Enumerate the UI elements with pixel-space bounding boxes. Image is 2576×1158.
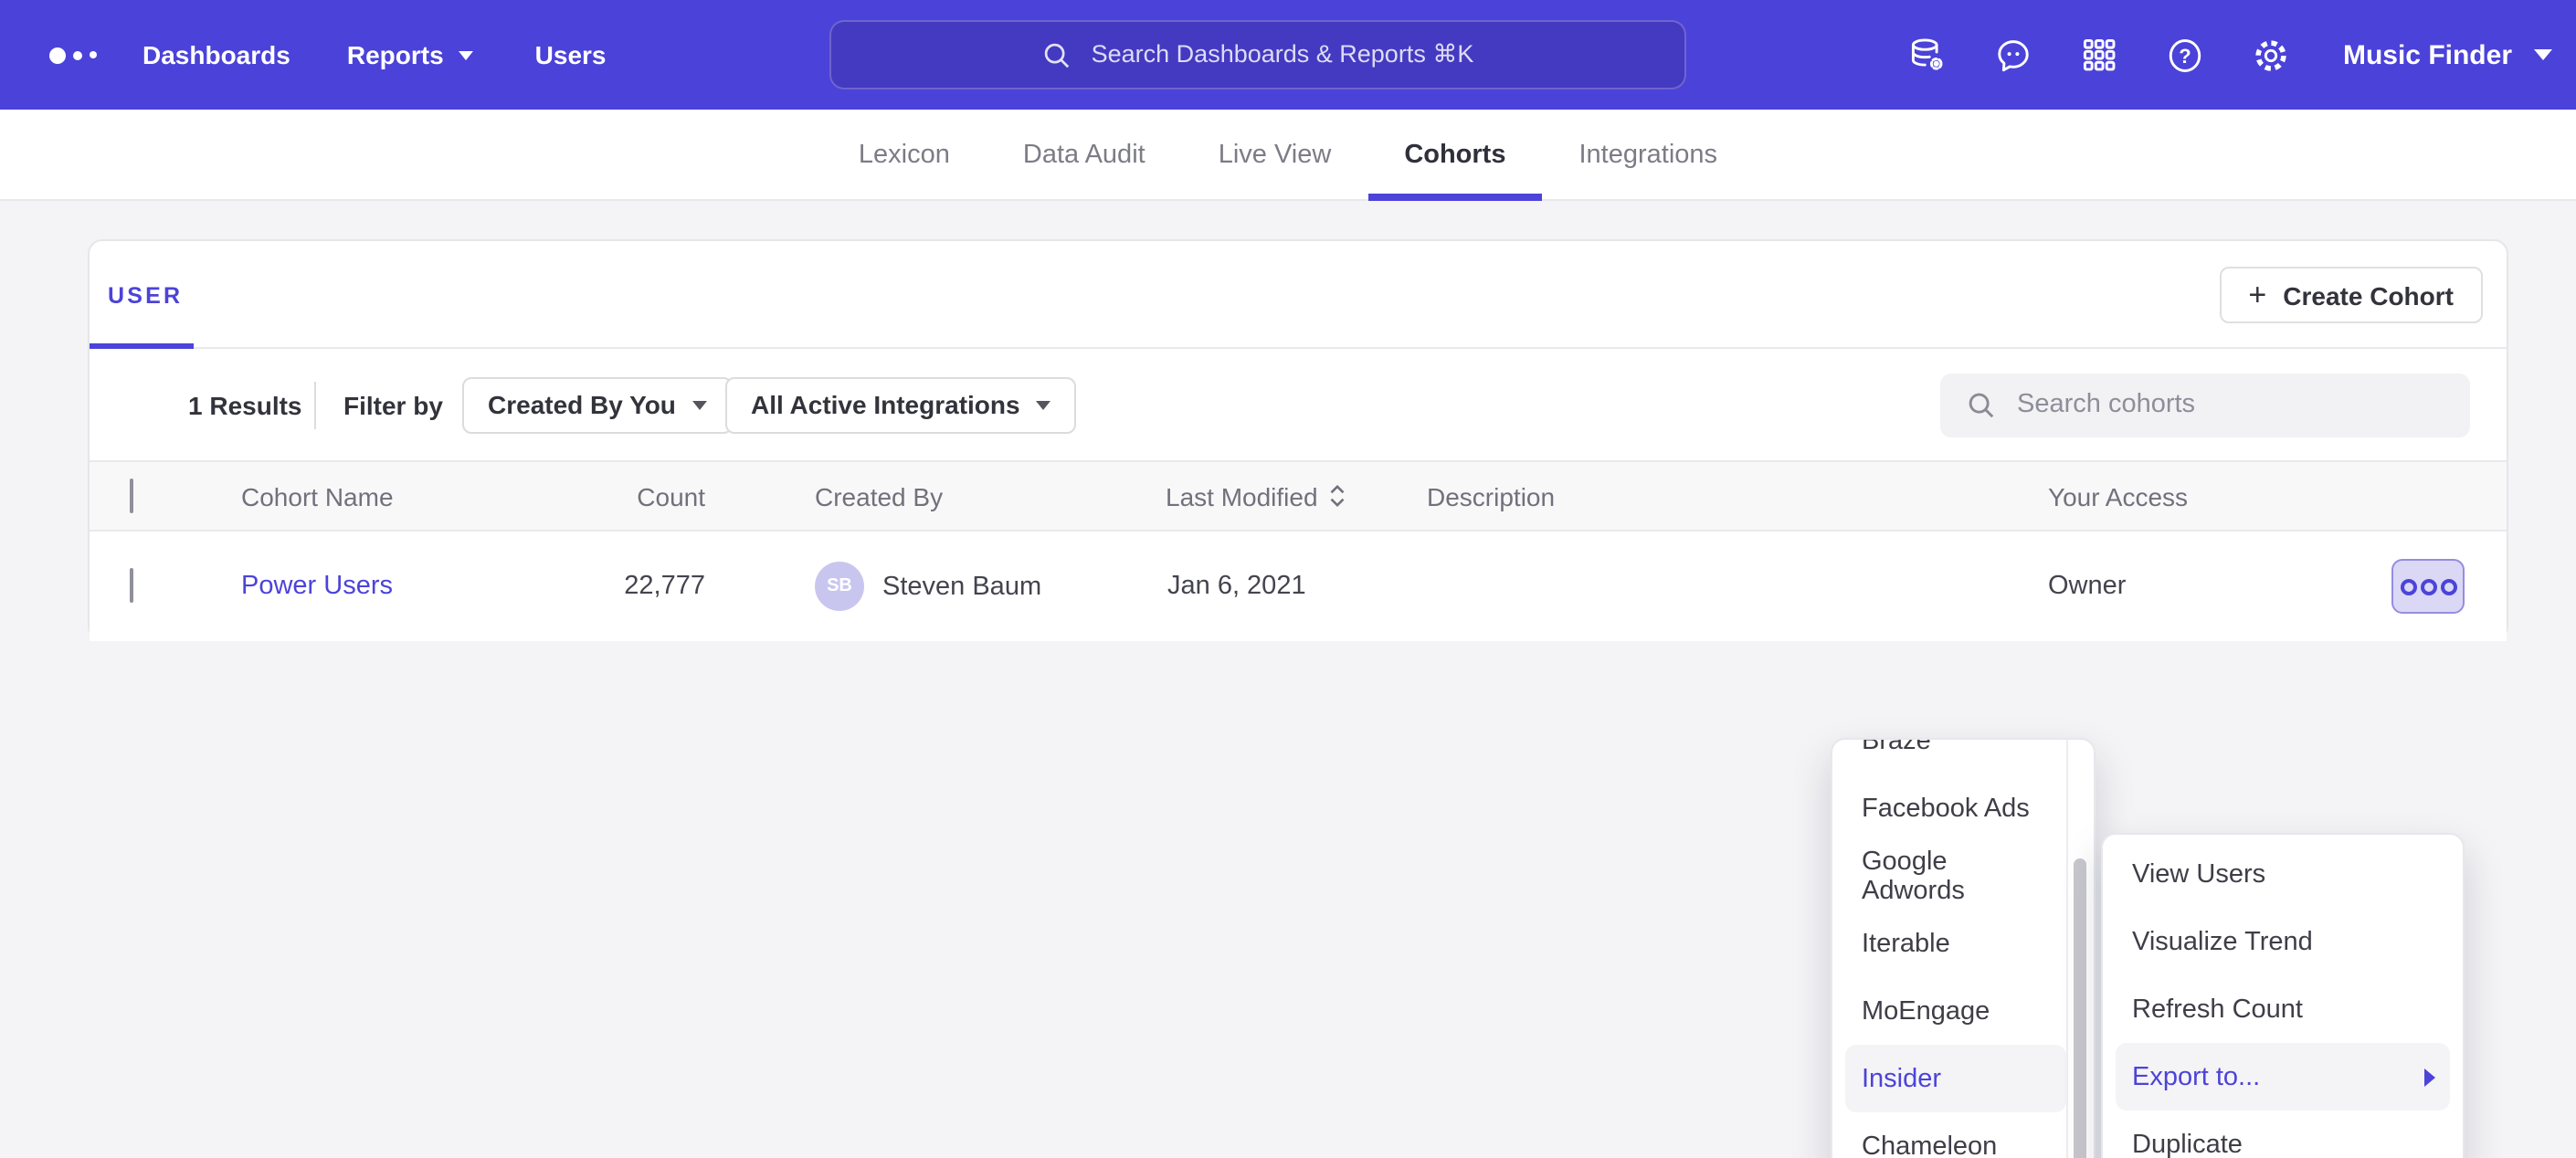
menu-item-export-to[interactable]: Export to... bbox=[2116, 1043, 2450, 1111]
divider bbox=[314, 381, 316, 428]
last-modified-label: Last Modified bbox=[1166, 481, 1318, 511]
column-header-count[interactable]: Count bbox=[546, 481, 705, 511]
export-submenu-list: Braze Facebook Ads Google Adwords Iterab… bbox=[1832, 738, 2066, 1158]
submenu-scrollbar-track bbox=[2066, 740, 2094, 1158]
search-cohorts-placeholder: Search cohorts bbox=[2017, 390, 2195, 419]
ellipsis-circle-icon bbox=[2440, 578, 2456, 595]
nav-item-reports[interactable]: Reports bbox=[347, 40, 473, 69]
menu-item-duplicate[interactable]: Duplicate bbox=[2116, 1111, 2450, 1158]
integrations-filter-label: All Active Integrations bbox=[751, 390, 1020, 419]
chevron-down-icon bbox=[459, 50, 473, 59]
export-submenu: Braze Facebook Ads Google Adwords Iterab… bbox=[1831, 738, 2096, 1158]
ellipsis-circle-icon bbox=[2420, 578, 2436, 595]
active-tab-underline bbox=[90, 342, 194, 349]
cohort-count: 22,777 bbox=[546, 572, 705, 601]
submenu-arrow-icon bbox=[2424, 1068, 2435, 1086]
row-actions-button[interactable] bbox=[2391, 559, 2465, 614]
column-header-last-modified[interactable]: Last Modified bbox=[1166, 481, 1347, 511]
settings-gear-icon[interactable] bbox=[2252, 35, 2292, 75]
column-header-created-by[interactable]: Created By bbox=[815, 481, 943, 511]
apps-grid-icon[interactable] bbox=[2080, 35, 2120, 75]
menu-item-chameleon[interactable]: Chameleon bbox=[1845, 1112, 2066, 1158]
filter-by-label: Filter by bbox=[343, 390, 443, 419]
created-by-name: Steven Baum bbox=[882, 572, 1041, 601]
chevron-down-icon bbox=[692, 400, 707, 409]
nav-item-users-label: Users bbox=[535, 40, 607, 69]
chevron-down-icon bbox=[2534, 49, 2552, 60]
menu-item-facebook-ads[interactable]: Facebook Ads bbox=[1845, 774, 2066, 842]
nav-item-dashboards[interactable]: Dashboards bbox=[143, 40, 290, 69]
tab-live-view[interactable]: Live View bbox=[1219, 109, 1332, 200]
cohort-type-tabs: USER + Create Cohort bbox=[90, 241, 2507, 349]
tab-cohorts[interactable]: Cohorts bbox=[1404, 109, 1505, 200]
column-header-description[interactable]: Description bbox=[1427, 481, 1555, 511]
nav-item-dashboards-label: Dashboards bbox=[143, 40, 290, 69]
chevron-down-icon bbox=[1037, 400, 1051, 409]
tab-lexicon[interactable]: Lexicon bbox=[859, 109, 950, 200]
logo-dot-large bbox=[49, 47, 66, 63]
table-row: Power Users 22,777 SB Steven Baum Jan 6,… bbox=[90, 532, 2507, 641]
select-all-checkbox[interactable] bbox=[130, 478, 133, 512]
logo-dot-medium bbox=[73, 50, 82, 59]
table-header: Cohort Name Count Created By Last Modifi… bbox=[90, 460, 2507, 532]
avatar: SB bbox=[815, 562, 864, 611]
results-count: 1 Results bbox=[188, 390, 302, 419]
cohorts-card: USER + Create Cohort 1 Results Filter by… bbox=[88, 239, 2508, 641]
menu-item-moengage[interactable]: MoEngage bbox=[1845, 977, 2066, 1045]
menu-item-google-adwords[interactable]: Google Adwords bbox=[1845, 842, 2066, 910]
menu-item-insider[interactable]: Insider bbox=[1845, 1045, 2066, 1112]
chat-feedback-icon[interactable] bbox=[1994, 35, 2034, 75]
last-modified-date: Jan 6, 2021 bbox=[1167, 572, 1306, 601]
create-cohort-label: Create Cohort bbox=[2283, 280, 2454, 310]
menu-item-braze[interactable]: Braze bbox=[1845, 738, 2066, 774]
plus-icon: + bbox=[2248, 279, 2266, 310]
tab-data-audit[interactable]: Data Audit bbox=[1023, 109, 1145, 200]
export-to-label: Export to... bbox=[2132, 1062, 2260, 1091]
global-search-input[interactable]: Search Dashboards & Reports ⌘K bbox=[829, 20, 1686, 89]
project-name: Music Finder bbox=[2343, 39, 2512, 70]
nav-item-reports-label: Reports bbox=[347, 40, 444, 69]
help-icon[interactable]: ? bbox=[2166, 35, 2206, 75]
created-by-filter-dropdown[interactable]: Created By You bbox=[462, 376, 733, 433]
mixpanel-dots-logo[interactable] bbox=[49, 0, 97, 110]
your-access-value: Owner bbox=[2048, 572, 2126, 601]
menu-item-refresh-count[interactable]: Refresh Count bbox=[2116, 975, 2450, 1043]
logo-dot-small bbox=[90, 51, 97, 58]
create-cohort-button[interactable]: + Create Cohort bbox=[2219, 267, 2483, 323]
cohort-name-link[interactable]: Power Users bbox=[241, 572, 393, 601]
app-window: Dashboards Reports Users Search Dashboar… bbox=[0, 0, 2576, 1158]
created-by-filter-label: Created By You bbox=[488, 390, 676, 419]
tab-integrations[interactable]: Integrations bbox=[1579, 109, 1718, 200]
filter-row: 1 Results Filter by Created By You All A… bbox=[90, 349, 2507, 460]
column-header-your-access[interactable]: Your Access bbox=[2048, 481, 2188, 511]
submenu-scrollbar-thumb[interactable] bbox=[2074, 858, 2086, 1158]
nav-item-users[interactable]: Users bbox=[535, 40, 607, 69]
integrations-filter-dropdown[interactable]: All Active Integrations bbox=[725, 376, 1077, 433]
created-by-cell: SB Steven Baum bbox=[815, 562, 1041, 611]
menu-item-visualize-trend[interactable]: Visualize Trend bbox=[2116, 908, 2450, 975]
tab-user-cohorts[interactable]: USER bbox=[108, 241, 183, 349]
sort-icon bbox=[1329, 484, 1347, 508]
top-navbar: Dashboards Reports Users Search Dashboar… bbox=[0, 0, 2576, 110]
data-management-icon[interactable] bbox=[1908, 35, 1948, 75]
global-search-placeholder: Search Dashboards & Reports ⌘K bbox=[1092, 40, 1474, 69]
project-switcher[interactable]: Music Finder bbox=[2343, 39, 2552, 70]
nav-right-cluster: ? Music Finder bbox=[1908, 0, 2552, 110]
section-tabs: Lexicon Data Audit Live View Cohorts Int… bbox=[0, 110, 2576, 201]
search-icon bbox=[1042, 39, 1073, 70]
column-header-cohort-name[interactable]: Cohort Name bbox=[241, 481, 394, 511]
svg-text:?: ? bbox=[2180, 44, 2191, 67]
row-checkbox[interactable] bbox=[130, 568, 133, 603]
nav-links: Dashboards Reports Users bbox=[143, 0, 607, 110]
row-context-menu: View Users Visualize Trend Refresh Count… bbox=[2101, 833, 2465, 1158]
page-content: USER + Create Cohort 1 Results Filter by… bbox=[0, 201, 2576, 1158]
menu-item-iterable[interactable]: Iterable bbox=[1845, 910, 2066, 977]
ellipsis-circle-icon bbox=[2400, 578, 2416, 595]
search-icon bbox=[1966, 389, 1997, 420]
search-cohorts-input[interactable]: Search cohorts bbox=[1940, 373, 2470, 437]
menu-item-view-users[interactable]: View Users bbox=[2116, 840, 2450, 908]
